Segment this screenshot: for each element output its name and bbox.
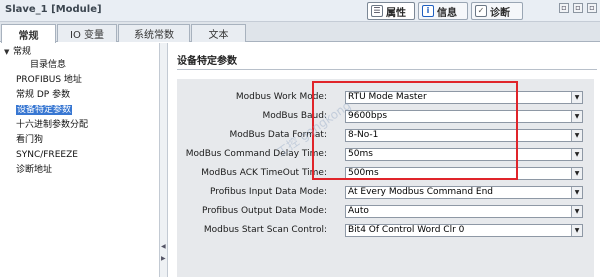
nav-item-sync-freeze[interactable]: SYNC/FREEZE [16,149,78,162]
nav-item-label: 常规 DP 参数 [16,90,71,100]
sidebar-nav: ▼ 常规 目录信息 PROFIBUS 地址 常规 DP 参数 设备特定参数 十六进… [0,43,160,277]
nav-item-label: 诊断地址 [16,165,53,175]
nav-item-label: 看门狗 [16,135,44,145]
nav-item-catalog-info[interactable]: 目录信息 [30,59,66,72]
nav-item-label: 十六进制参数分配 [16,120,89,130]
chevron-down-icon[interactable]: ▼ [571,149,582,160]
tab-info-label: 信息 [437,7,457,19]
window-title: Slave_1 [Module] [5,4,102,15]
nav-item-general-dp-params[interactable]: 常规 DP 参数 [16,89,70,102]
param-label-output-mode: Profibus Output Data Mode: [202,206,327,216]
chevron-down-icon[interactable]: ▼ [571,130,582,141]
expand-right-icon[interactable]: ▶ [161,255,166,262]
param-value-output-mode: Auto [348,206,369,216]
chevron-down-icon[interactable]: ▼ [571,225,582,236]
nav-item-label: 设备特定参数 [16,105,73,115]
tab-diagnostics-label: 诊断 [490,7,510,19]
nav-item-label: 常规 [13,47,32,57]
window-restore-icon[interactable]: ▫ [573,3,583,13]
tab-system-constants[interactable]: 系统常数 [118,24,190,42]
info-icon: i [422,5,434,17]
chevron-down-icon[interactable]: ▼ [571,111,582,122]
param-select-output-mode[interactable]: Auto ▼ [345,205,583,218]
window-controls: ▫ ▫ ▫ [559,3,597,13]
param-select-input-mode[interactable]: At Every Modbus Command End ▼ [345,186,583,199]
chevron-down-icon[interactable]: ▼ [571,168,582,179]
tab-diagnostics[interactable]: ✓ 诊断 [471,2,523,20]
chevron-down-icon: ▼ [4,48,10,56]
nav-item-hex-params[interactable]: 十六进制参数分配 [16,119,88,132]
chevron-down-icon[interactable]: ▼ [571,187,582,198]
section-tabs: 常规 IO 变量 系统常数 文本 [0,22,600,43]
section-title: 设备特定参数 [177,56,237,67]
nav-item-general[interactable]: ▼ 常规 [4,46,31,59]
nav-item-label: SYNC/FREEZE [16,150,78,160]
nav-item-profibus-address[interactable]: PROFIBUS 地址 [16,74,82,87]
collapse-left-icon[interactable]: ◀ [161,243,166,250]
tab-io-variables[interactable]: IO 变量 [57,24,117,42]
nav-item-label: PROFIBUS 地址 [16,75,82,85]
param-label-command-delay: ModBus Command Delay Time: [185,149,327,159]
tab-properties-label: 属性 [386,7,406,19]
nav-item-diag-address[interactable]: 诊断地址 [16,164,52,177]
chevron-down-icon[interactable]: ▼ [571,206,582,217]
window-minimize-icon[interactable]: ▫ [559,3,569,13]
section-divider [177,69,597,70]
window-close-icon[interactable]: ▫ [587,3,597,13]
nav-item-label: 目录信息 [30,60,67,70]
window-titlebar: Slave_1 [Module] ☰ 属性 i 信息 ✓ 诊断 ▫ ▫ ▫ [0,0,600,22]
nav-item-device-specific-params[interactable]: 设备特定参数 [16,104,73,117]
param-value-scan-control: Bit4 Of Control Word Clr 0 [348,225,465,235]
nav-item-watchdog[interactable]: 看门狗 [16,134,43,147]
tab-info[interactable]: i 信息 [418,2,468,20]
param-label-ack-timeout: ModBus ACK TimeOut Time: [201,168,327,178]
tab-general[interactable]: 常规 [1,24,56,43]
param-select-scan-control[interactable]: Bit4 Of Control Word Clr 0 ▼ [345,224,583,237]
highlight-annotation [312,81,518,180]
panel-splitter[interactable]: ◀ ▶ [160,43,168,277]
properties-icon: ☰ [371,5,383,17]
param-label-input-mode: Profibus Input Data Mode: [210,187,327,197]
param-value-input-mode: At Every Modbus Command End [348,187,493,197]
param-label-scan-control: Modbus Start Scan Control: [203,225,327,235]
diagnostics-icon: ✓ [475,5,487,17]
tab-properties[interactable]: ☰ 属性 [367,2,415,20]
tab-texts[interactable]: 文本 [191,24,246,42]
chevron-down-icon[interactable]: ▼ [571,92,582,103]
